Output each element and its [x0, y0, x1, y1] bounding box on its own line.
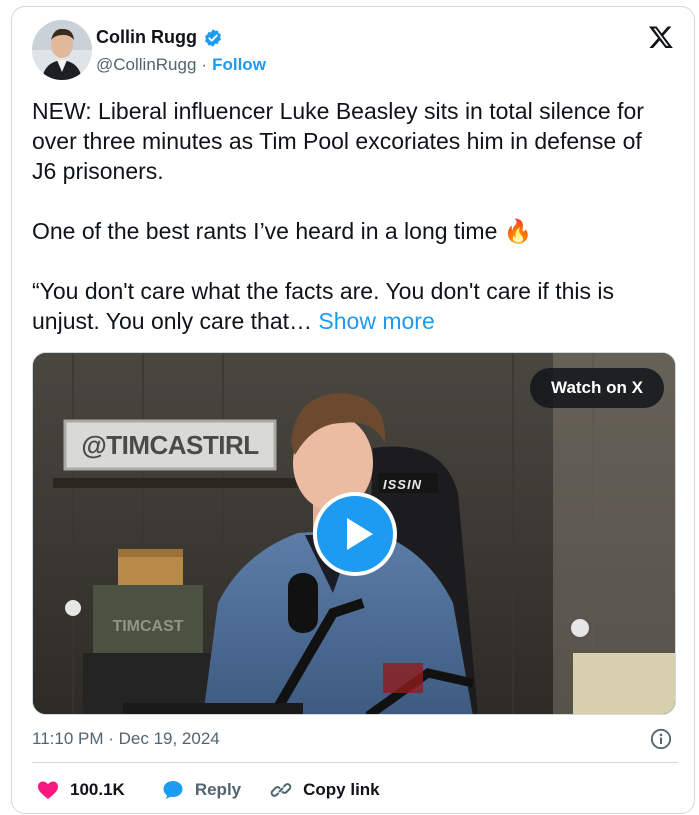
- action-bar: 100.1K Reply Copy link: [36, 776, 380, 804]
- x-logo-icon[interactable]: [648, 24, 674, 50]
- verified-badge-icon: [205, 28, 221, 47]
- reply-label: Reply: [194, 780, 242, 799]
- like-button[interactable]: 100.1K: [36, 778, 125, 802]
- author-name[interactable]: Collin Rugg: [96, 27, 197, 48]
- show-more-link[interactable]: Show more: [318, 308, 434, 334]
- watch-on-x-button[interactable]: Watch on X: [530, 368, 664, 408]
- author-handle-row: @CollinRugg · Follow: [96, 55, 266, 75]
- reply-button[interactable]: Reply: [161, 778, 241, 802]
- author-handle[interactable]: @CollinRugg: [96, 55, 196, 75]
- box-label: TIMCAST: [93, 618, 203, 636]
- copy-link-button[interactable]: Copy link: [269, 778, 380, 802]
- copy-link-label: Copy link: [303, 780, 380, 799]
- avatar[interactable]: [32, 20, 92, 80]
- wall-sign: @TIMCASTIRL: [65, 421, 275, 469]
- chair-logo: ISSIN: [383, 477, 422, 492]
- tweet-paragraph: One of the best rants I’ve heard in a lo…: [32, 218, 533, 244]
- divider: [32, 762, 678, 763]
- tweet-text: NEW: Liberal influencer Luke Beasley sit…: [32, 96, 672, 336]
- play-icon[interactable]: [313, 492, 397, 576]
- box-label-text: TIMCAST: [112, 618, 184, 635]
- avatar-image: [32, 20, 92, 80]
- like-count: 100.1K: [70, 780, 125, 799]
- chair-logo-text: ISSIN: [383, 477, 422, 492]
- wall-sign-text: @TIMCASTIRL: [81, 429, 259, 460]
- info-icon[interactable]: [650, 728, 672, 750]
- handle-separator: ·: [201, 55, 208, 74]
- author-name-row: Collin Rugg: [96, 27, 223, 48]
- tweet-timestamp[interactable]: 11:10 PM · Dec 19, 2024: [32, 729, 220, 749]
- reply-bubble-icon: [163, 781, 183, 799]
- link-icon: [270, 783, 292, 797]
- tweet-paragraph-last: “You don't care what the facts are. You …: [32, 276, 672, 336]
- follow-button[interactable]: Follow: [212, 55, 266, 75]
- tweet-paragraph: NEW: Liberal influencer Luke Beasley sit…: [32, 98, 644, 184]
- watch-on-x-label: Watch on X: [551, 378, 643, 397]
- heart-icon: [38, 781, 58, 799]
